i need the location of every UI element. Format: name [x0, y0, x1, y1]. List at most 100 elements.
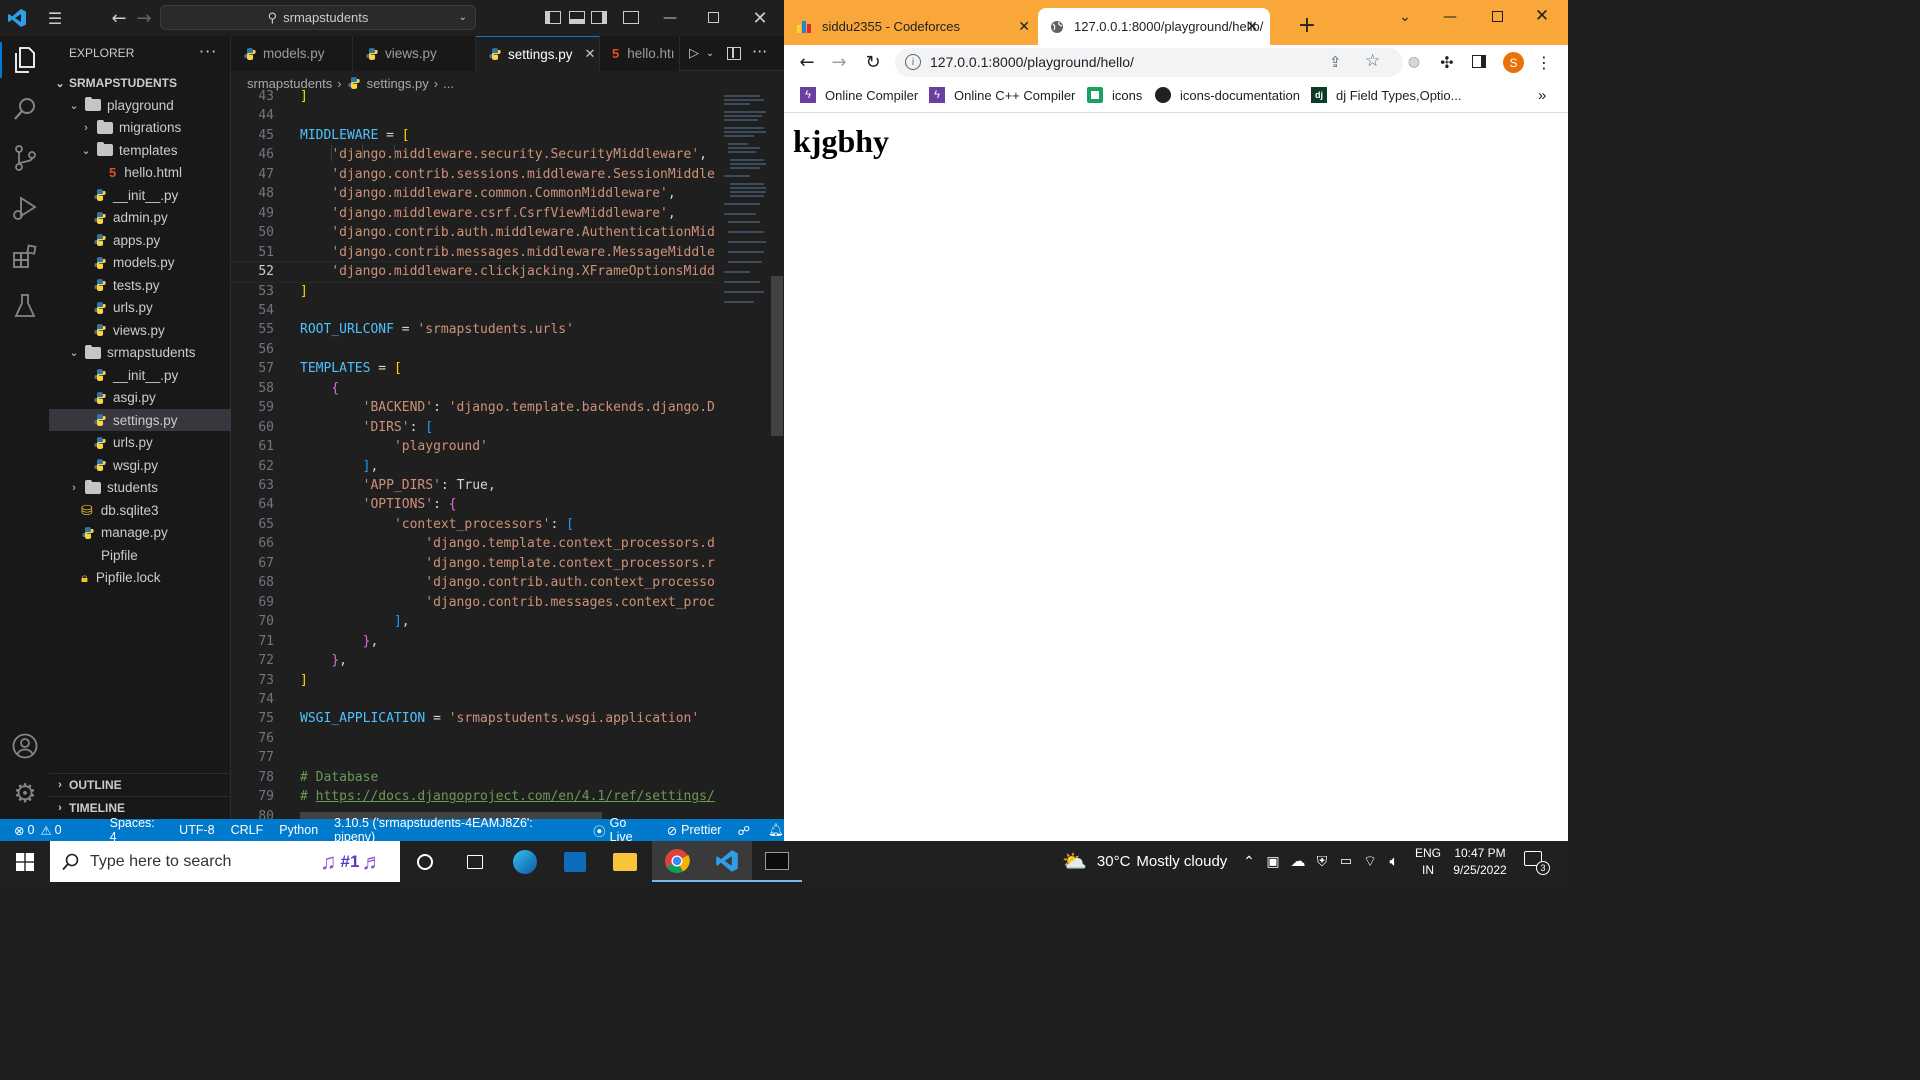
code-line[interactable]: 70 ], [231, 612, 718, 632]
code-line[interactable]: 45 MIDDLEWARE = [ [231, 126, 718, 146]
encoding-status[interactable]: UTF-8 [179, 823, 214, 837]
run-file-icon[interactable]: ▷ [685, 44, 703, 62]
vscode-taskbar-icon[interactable] [702, 841, 752, 882]
code-line[interactable]: 62 ], [231, 457, 718, 477]
tree-file[interactable]: 🔒︎ Pipfile.lock [49, 567, 231, 589]
onedrive-cloud-icon[interactable]: ☁ [1288, 851, 1308, 871]
extensions-puzzle-icon[interactable]: ✣ [1437, 52, 1457, 72]
indentation-status[interactable]: Spaces: 4 [110, 816, 166, 844]
tab-search-chevron-icon[interactable]: ⌄ [1396, 6, 1414, 28]
code-line[interactable]: 69 'django.contrib.messages.context_proc [231, 593, 718, 613]
code-line[interactable]: 43] [231, 90, 718, 107]
tree-file[interactable]: settings.py [49, 409, 231, 431]
windows-start-button[interactable] [0, 841, 50, 882]
more-actions-icon[interactable]: ··· [199, 42, 217, 61]
code-line[interactable]: 64 'OPTIONS': { [231, 495, 718, 515]
tab-localhost[interactable]: 127.0.0.1:8000/playground/hello/ ✕ [1038, 8, 1270, 45]
code-line[interactable]: 65 'context_processors': [ [231, 515, 718, 535]
file-explorer-icon[interactable] [600, 841, 650, 882]
code-line[interactable]: 76 [231, 729, 718, 749]
edge-icon[interactable] [500, 841, 550, 882]
more-actions-icon[interactable]: ··· [752, 42, 767, 61]
forward-arrow-icon[interactable]: → [133, 8, 155, 29]
eol-status[interactable]: CRLF [231, 823, 264, 837]
task-view-icon[interactable] [450, 841, 500, 882]
explorer-icon[interactable] [12, 46, 38, 74]
omnibox[interactable]: i 127.0.0.1:8000/playground/hello/ ⇪ ☆ [895, 48, 1403, 77]
tab-views-py[interactable]: views.py [353, 36, 476, 71]
close-icon[interactable]: ✕ [750, 6, 770, 30]
code-line[interactable]: 46 'django.middleware.security.SecurityM… [231, 145, 718, 165]
tree-folder[interactable]: ⌄ playground [49, 94, 231, 116]
toggle-secondary-sidebar-icon[interactable] [591, 11, 607, 24]
testing-flask-icon[interactable] [12, 292, 38, 320]
root-folder-row[interactable]: ⌄ SRMAPSTUDENTS [49, 72, 231, 94]
accounts-icon[interactable] [11, 732, 39, 760]
tab-codeforces[interactable]: siddu2355 - Codeforces ✕ [796, 8, 1036, 45]
source-control-icon[interactable] [12, 144, 38, 172]
tree-file[interactable]: views.py [49, 319, 231, 341]
code-line[interactable]: 56 [231, 340, 718, 360]
code-line[interactable]: 48 'django.middleware.common.CommonMiddl… [231, 184, 718, 204]
tree-file[interactable]: wsgi.py [49, 454, 231, 476]
code-line[interactable]: 51 'django.contrib.messages.middleware.M… [231, 243, 718, 263]
wifi-icon[interactable]: ⌔ [1360, 851, 1380, 871]
profile-avatar[interactable]: S [1503, 52, 1524, 73]
tree-file[interactable]: models.py [49, 252, 231, 274]
tree-folder[interactable]: ⌄ templates [49, 139, 231, 161]
outline-section[interactable]: › OUTLINE [49, 774, 231, 796]
close-tab-icon[interactable]: ✕ [585, 46, 596, 62]
tree-folder[interactable]: › migrations [49, 117, 231, 139]
problems-indicator[interactable]: ⊗ 0 ⚠ 0 [14, 823, 62, 838]
reload-icon[interactable]: ↻ [862, 51, 884, 73]
prettier-button[interactable]: ⊘ Prettier [667, 823, 722, 838]
tree-file[interactable]: apps.py [49, 229, 231, 251]
tree-file[interactable]: ⛁ db.sqlite3 [49, 499, 231, 521]
weather-widget[interactable]: ⛅ 30°C Mostly cloudy [1062, 841, 1227, 882]
code-line[interactable]: 49 'django.middleware.csrf.CsrfViewMiddl… [231, 204, 718, 224]
code-line[interactable]: 67 'django.template.context_processors.r [231, 554, 718, 574]
search-icon[interactable] [12, 96, 38, 122]
terminal-taskbar-icon[interactable] [752, 841, 802, 882]
code-line[interactable]: 52 'django.middleware.clickjacking.XFram… [231, 261, 718, 283]
security-icon[interactable]: ⛨ [1312, 851, 1332, 871]
chevron-up-icon[interactable]: ⌃ [1240, 851, 1258, 871]
code-line[interactable]: 77 [231, 748, 718, 768]
code-line[interactable]: 59 'BACKEND': 'django.template.backends.… [231, 398, 718, 418]
breadcrumb-file[interactable]: settings.py [367, 76, 429, 91]
share-icon[interactable]: ⇪ [1329, 53, 1342, 71]
bookmark-online-cpp-compiler[interactable]: ϟ Online C++ Compiler [929, 84, 1075, 106]
tab-hello-html[interactable]: 5 hello.htı [600, 36, 680, 71]
maximize-icon[interactable] [708, 12, 719, 23]
tree-file[interactable]: __init__.py [49, 364, 231, 386]
chrome-menu-icon[interactable]: ⋮ [1536, 52, 1552, 72]
cortana-icon[interactable] [400, 841, 450, 882]
store-icon[interactable] [550, 841, 600, 882]
code-line[interactable]: 57 TEMPLATES = [ [231, 359, 718, 379]
minimap[interactable] [720, 92, 770, 312]
code-line[interactable]: 61 'playground' [231, 437, 718, 457]
code-line[interactable]: 71 }, [231, 632, 718, 652]
code-line[interactable]: 68 'django.contrib.auth.context_processo [231, 573, 718, 593]
customize-layout-icon[interactable] [623, 11, 639, 24]
command-center-search[interactable]: ⚲ srmapstudents ⌄ [160, 5, 476, 30]
run-debug-icon[interactable] [11, 194, 39, 222]
interpreter-status[interactable]: 3.10.5 ('srmapstudents-4EAMJ8Z6': pipenv… [334, 816, 577, 844]
tree-file[interactable]: Pipfile [49, 544, 231, 566]
close-window-icon[interactable]: ✕ [1532, 5, 1552, 27]
split-editor-icon[interactable] [727, 47, 741, 60]
code-line[interactable]: 63 'APP_DIRS': True, [231, 476, 718, 496]
side-panel-icon[interactable] [1472, 55, 1486, 68]
tree-file[interactable]: manage.py [49, 522, 231, 544]
go-live-button[interactable]: ⦿ Go Live [593, 816, 653, 844]
code-line[interactable]: 55 ROOT_URLCONF = 'srmapstudents.urls' [231, 320, 718, 340]
code-line[interactable]: 50 'django.contrib.auth.middleware.Authe… [231, 223, 718, 243]
notifications-bell-icon[interactable]: 🔔︎ [768, 823, 784, 838]
code-line[interactable]: 72 }, [231, 651, 718, 671]
feedback-icon[interactable]: ☍ [737, 823, 750, 838]
bookmark-icons[interactable]: icons [1087, 84, 1142, 106]
code-editor[interactable]: 43] 44 45 MIDDLEWARE = [46 'django.middlewa… [231, 90, 718, 819]
tree-file[interactable]: __init__.py [49, 184, 231, 206]
tab-models-py[interactable]: models.py [231, 36, 353, 71]
extensions-icon[interactable] [11, 242, 39, 270]
